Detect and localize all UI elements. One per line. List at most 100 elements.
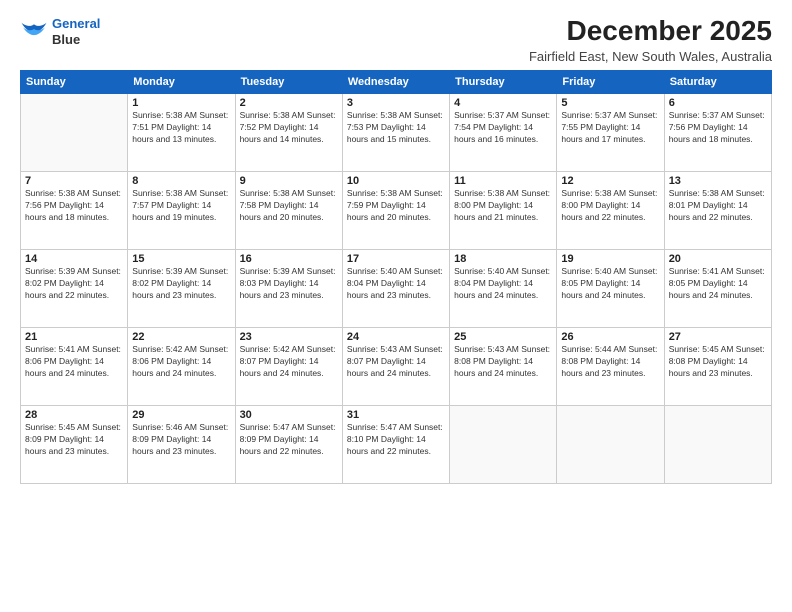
day-info: Sunrise: 5:43 AM Sunset: 8:08 PM Dayligh… <box>454 344 552 380</box>
logo-icon <box>20 18 48 46</box>
day-number: 25 <box>454 331 552 343</box>
day-cell: 27Sunrise: 5:45 AM Sunset: 8:08 PM Dayli… <box>664 327 771 405</box>
day-info: Sunrise: 5:37 AM Sunset: 7:56 PM Dayligh… <box>669 110 767 146</box>
day-number: 20 <box>669 253 767 265</box>
day-number: 29 <box>132 409 230 421</box>
day-number: 28 <box>25 409 123 421</box>
day-info: Sunrise: 5:42 AM Sunset: 8:06 PM Dayligh… <box>132 344 230 380</box>
day-info: Sunrise: 5:39 AM Sunset: 8:02 PM Dayligh… <box>25 266 123 302</box>
day-cell: 12Sunrise: 5:38 AM Sunset: 8:00 PM Dayli… <box>557 171 664 249</box>
day-info: Sunrise: 5:47 AM Sunset: 8:10 PM Dayligh… <box>347 422 445 458</box>
day-info: Sunrise: 5:37 AM Sunset: 7:54 PM Dayligh… <box>454 110 552 146</box>
header-sunday: Sunday <box>21 70 128 93</box>
day-info: Sunrise: 5:38 AM Sunset: 8:00 PM Dayligh… <box>454 188 552 224</box>
day-number: 13 <box>669 175 767 187</box>
day-cell: 31Sunrise: 5:47 AM Sunset: 8:10 PM Dayli… <box>342 405 449 483</box>
day-cell: 14Sunrise: 5:39 AM Sunset: 8:02 PM Dayli… <box>21 249 128 327</box>
day-info: Sunrise: 5:45 AM Sunset: 8:09 PM Dayligh… <box>25 422 123 458</box>
day-info: Sunrise: 5:37 AM Sunset: 7:55 PM Dayligh… <box>561 110 659 146</box>
day-number: 27 <box>669 331 767 343</box>
day-cell: 18Sunrise: 5:40 AM Sunset: 8:04 PM Dayli… <box>450 249 557 327</box>
day-cell: 13Sunrise: 5:38 AM Sunset: 8:01 PM Dayli… <box>664 171 771 249</box>
day-info: Sunrise: 5:40 AM Sunset: 8:05 PM Dayligh… <box>561 266 659 302</box>
day-number: 7 <box>25 175 123 187</box>
day-cell: 7Sunrise: 5:38 AM Sunset: 7:56 PM Daylig… <box>21 171 128 249</box>
header-tuesday: Tuesday <box>235 70 342 93</box>
day-info: Sunrise: 5:38 AM Sunset: 8:00 PM Dayligh… <box>561 188 659 224</box>
day-info: Sunrise: 5:38 AM Sunset: 7:59 PM Dayligh… <box>347 188 445 224</box>
week-row-5: 28Sunrise: 5:45 AM Sunset: 8:09 PM Dayli… <box>21 405 772 483</box>
day-number: 6 <box>669 97 767 109</box>
day-info: Sunrise: 5:40 AM Sunset: 8:04 PM Dayligh… <box>454 266 552 302</box>
day-number: 22 <box>132 331 230 343</box>
header: General Blue December 2025 Fairfield Eas… <box>20 16 772 64</box>
day-cell: 21Sunrise: 5:41 AM Sunset: 8:06 PM Dayli… <box>21 327 128 405</box>
day-cell: 6Sunrise: 5:37 AM Sunset: 7:56 PM Daylig… <box>664 93 771 171</box>
logo-line2: Blue <box>52 32 100 48</box>
day-cell: 17Sunrise: 5:40 AM Sunset: 8:04 PM Dayli… <box>342 249 449 327</box>
day-cell: 8Sunrise: 5:38 AM Sunset: 7:57 PM Daylig… <box>128 171 235 249</box>
day-cell: 25Sunrise: 5:43 AM Sunset: 8:08 PM Dayli… <box>450 327 557 405</box>
day-number: 8 <box>132 175 230 187</box>
day-cell: 3Sunrise: 5:38 AM Sunset: 7:53 PM Daylig… <box>342 93 449 171</box>
title-block: December 2025 Fairfield East, New South … <box>529 16 772 64</box>
day-number: 26 <box>561 331 659 343</box>
day-number: 16 <box>240 253 338 265</box>
day-number: 31 <box>347 409 445 421</box>
day-number: 24 <box>347 331 445 343</box>
day-cell: 22Sunrise: 5:42 AM Sunset: 8:06 PM Dayli… <box>128 327 235 405</box>
day-number: 4 <box>454 97 552 109</box>
day-cell: 30Sunrise: 5:47 AM Sunset: 8:09 PM Dayli… <box>235 405 342 483</box>
day-cell: 4Sunrise: 5:37 AM Sunset: 7:54 PM Daylig… <box>450 93 557 171</box>
day-number: 5 <box>561 97 659 109</box>
location: Fairfield East, New South Wales, Austral… <box>529 49 772 64</box>
day-info: Sunrise: 5:41 AM Sunset: 8:06 PM Dayligh… <box>25 344 123 380</box>
day-cell: 29Sunrise: 5:46 AM Sunset: 8:09 PM Dayli… <box>128 405 235 483</box>
day-number: 12 <box>561 175 659 187</box>
day-number: 15 <box>132 253 230 265</box>
day-info: Sunrise: 5:38 AM Sunset: 8:01 PM Dayligh… <box>669 188 767 224</box>
day-cell: 24Sunrise: 5:43 AM Sunset: 8:07 PM Dayli… <box>342 327 449 405</box>
week-row-1: 1Sunrise: 5:38 AM Sunset: 7:51 PM Daylig… <box>21 93 772 171</box>
day-info: Sunrise: 5:38 AM Sunset: 7:52 PM Dayligh… <box>240 110 338 146</box>
day-info: Sunrise: 5:38 AM Sunset: 7:53 PM Dayligh… <box>347 110 445 146</box>
calendar: Sunday Monday Tuesday Wednesday Thursday… <box>20 70 772 484</box>
day-info: Sunrise: 5:42 AM Sunset: 8:07 PM Dayligh… <box>240 344 338 380</box>
day-cell <box>664 405 771 483</box>
day-number: 2 <box>240 97 338 109</box>
day-cell: 20Sunrise: 5:41 AM Sunset: 8:05 PM Dayli… <box>664 249 771 327</box>
day-info: Sunrise: 5:38 AM Sunset: 7:56 PM Dayligh… <box>25 188 123 224</box>
day-info: Sunrise: 5:47 AM Sunset: 8:09 PM Dayligh… <box>240 422 338 458</box>
logo-text: General Blue <box>52 16 100 47</box>
day-info: Sunrise: 5:44 AM Sunset: 8:08 PM Dayligh… <box>561 344 659 380</box>
day-info: Sunrise: 5:45 AM Sunset: 8:08 PM Dayligh… <box>669 344 767 380</box>
day-number: 19 <box>561 253 659 265</box>
month-title: December 2025 <box>529 16 772 47</box>
day-info: Sunrise: 5:39 AM Sunset: 8:03 PM Dayligh… <box>240 266 338 302</box>
logo: General Blue <box>20 16 100 47</box>
day-number: 23 <box>240 331 338 343</box>
day-cell: 16Sunrise: 5:39 AM Sunset: 8:03 PM Dayli… <box>235 249 342 327</box>
week-row-2: 7Sunrise: 5:38 AM Sunset: 7:56 PM Daylig… <box>21 171 772 249</box>
day-cell <box>450 405 557 483</box>
day-number: 3 <box>347 97 445 109</box>
day-info: Sunrise: 5:40 AM Sunset: 8:04 PM Dayligh… <box>347 266 445 302</box>
week-row-4: 21Sunrise: 5:41 AM Sunset: 8:06 PM Dayli… <box>21 327 772 405</box>
day-number: 30 <box>240 409 338 421</box>
day-info: Sunrise: 5:38 AM Sunset: 7:51 PM Dayligh… <box>132 110 230 146</box>
header-monday: Monday <box>128 70 235 93</box>
day-number: 9 <box>240 175 338 187</box>
day-number: 14 <box>25 253 123 265</box>
header-thursday: Thursday <box>450 70 557 93</box>
day-info: Sunrise: 5:39 AM Sunset: 8:02 PM Dayligh… <box>132 266 230 302</box>
day-cell <box>557 405 664 483</box>
header-saturday: Saturday <box>664 70 771 93</box>
day-number: 17 <box>347 253 445 265</box>
day-cell: 5Sunrise: 5:37 AM Sunset: 7:55 PM Daylig… <box>557 93 664 171</box>
day-number: 11 <box>454 175 552 187</box>
day-number: 1 <box>132 97 230 109</box>
day-cell: 15Sunrise: 5:39 AM Sunset: 8:02 PM Dayli… <box>128 249 235 327</box>
calendar-header-row: Sunday Monday Tuesday Wednesday Thursday… <box>21 70 772 93</box>
day-info: Sunrise: 5:41 AM Sunset: 8:05 PM Dayligh… <box>669 266 767 302</box>
day-cell: 26Sunrise: 5:44 AM Sunset: 8:08 PM Dayli… <box>557 327 664 405</box>
